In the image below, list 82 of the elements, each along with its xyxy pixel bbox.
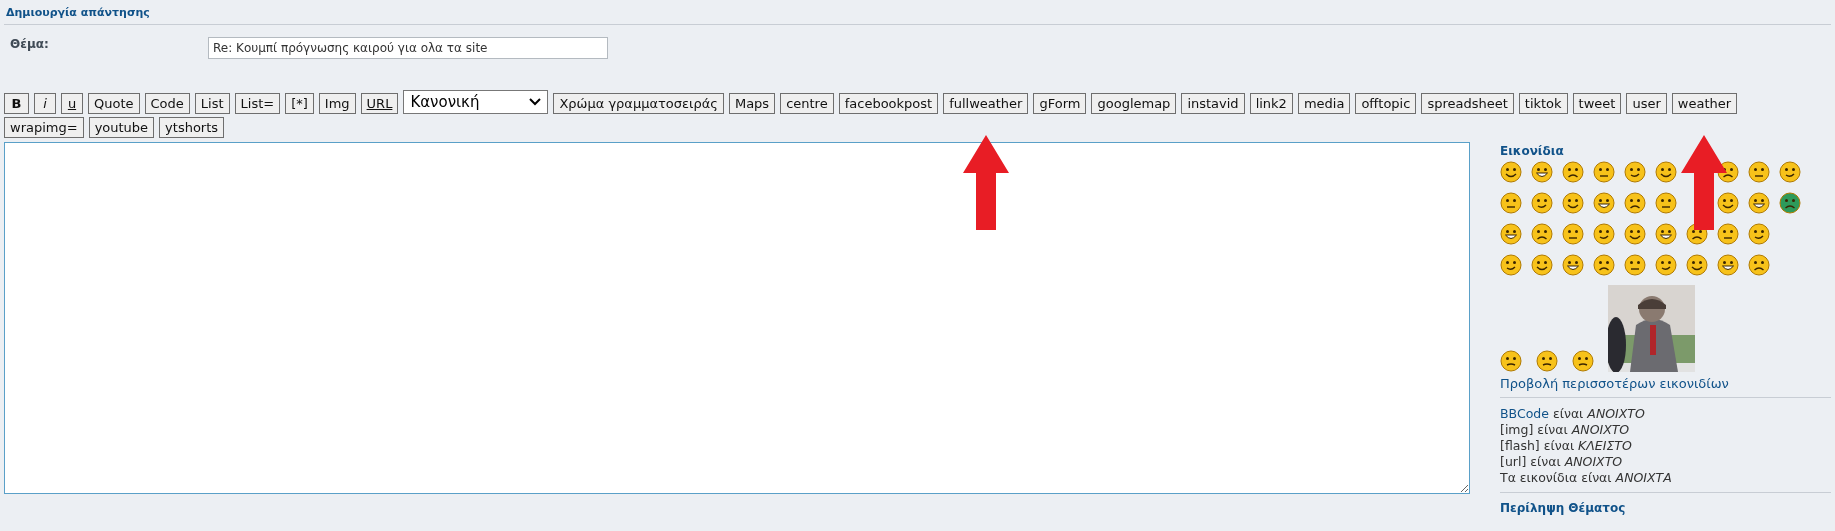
bbcode-link[interactable]: BBCode [1500,406,1549,421]
toolbar-button[interactable]: googlemap [1091,92,1177,114]
smiley-icon[interactable] [1593,192,1615,214]
smiley-icon[interactable] [1655,192,1677,214]
status-line: Τα εικονίδια είναι ΑΝΟΙΧΤΑ [1500,470,1673,486]
smiley-icon[interactable] [1500,223,1522,245]
status-line: [flash] είναι ΚΛΕΙΣΤΟ [1500,438,1633,454]
toolbar-button[interactable]: Χρώμα γραμματοσειράς [553,92,724,114]
toolbar-button[interactable]: Maps [728,92,776,114]
toolbar-button[interactable]: media [1297,92,1351,114]
smiley-icon[interactable] [1531,223,1553,245]
toolbar-button[interactable]: fullweather [943,92,1029,114]
smiley-icon[interactable] [1717,223,1739,245]
toolbar-button[interactable]: youtube [88,117,155,138]
toolbar-button[interactable]: List= [234,92,281,114]
smiley-icon[interactable] [1717,254,1739,276]
smiley-icon[interactable] [1562,223,1584,245]
smiley-icon[interactable] [1593,161,1615,183]
toolbar-button[interactable]: ytshorts [159,117,225,138]
toolbar-button[interactable]: offtopic [1355,92,1417,114]
smiley-icon[interactable] [1572,350,1594,372]
toolbar-button[interactable]: Quote [88,92,140,114]
status-line: [url] είναι ΑΝΟΙΧΤΟ [1500,454,1624,470]
smiley-icon[interactable] [1748,254,1770,276]
subject-field[interactable]: Re: Κουμπί πρόγνωσης καιρού για ολα τα site [208,37,608,59]
toolbar-button[interactable]: weather [1671,92,1738,114]
toolbar-button[interactable]: spreadsheet [1421,92,1514,114]
toolbar-button[interactable]: link2 [1249,92,1293,114]
section-title: Δημιουργία απάντησης [4,6,1831,25]
more-smilies-link[interactable]: Προβολή περισσοτέρων εικονιδίων [1500,376,1831,391]
smiley-icon[interactable] [1717,161,1739,183]
toolbar-button[interactable]: Code [144,92,190,114]
toolbar-button[interactable]: wrapimg= [4,117,84,138]
toolbar-button[interactable]: List [194,92,230,114]
smiley-icon[interactable] [1531,192,1553,214]
smiley-icon[interactable] [1531,254,1553,276]
smilies-title: Εικονίδια [1500,144,1565,158]
smiley-icon[interactable] [1562,161,1584,183]
smiley-icon[interactable] [1624,161,1646,183]
toolbar-button[interactable]: tweet [1572,92,1622,114]
smiley-icon[interactable] [1779,161,1801,183]
smiley-icon[interactable] [1686,254,1708,276]
smiley-icon[interactable] [1536,350,1558,372]
smiley-icon[interactable] [1624,254,1646,276]
status-line: [img] είναι ΑΝΟΙΧΤΟ [1500,422,1631,438]
smiley-icon[interactable] [1500,254,1522,276]
smiley-icon[interactable] [1779,192,1801,214]
toolbar-button[interactable]: [*] [285,92,314,114]
topic-summary-title: Περίληψη Θέματος [1500,501,1627,515]
toolbar-button[interactable]: Img [318,92,356,114]
smiley-icon[interactable] [1593,223,1615,245]
smiley-icon[interactable] [1748,223,1770,245]
smiley-icon[interactable] [1686,223,1708,245]
toolbar-button[interactable]: user [1626,92,1667,114]
smiley-icon[interactable] [1624,223,1646,245]
toolbar-button[interactable]: B [4,92,29,114]
smiley-icon[interactable] [1655,223,1677,245]
smiley-icon[interactable] [1562,254,1584,276]
smiley-icon[interactable] [1500,161,1522,183]
toolbar-button[interactable]: u [61,92,83,114]
smiley-icon[interactable] [1593,254,1615,276]
smiley-icon[interactable] [1748,192,1770,214]
smiley-icon[interactable] [1655,254,1677,276]
smiley-icon[interactable] [1562,192,1584,214]
toolbar-button[interactable]: tiktok [1518,92,1568,114]
toolbar-button[interactable]: centre [780,92,834,114]
font-size-dropdown[interactable]: Κανονική [403,90,549,114]
toolbar-button[interactable]: gForm [1033,92,1087,114]
subject-label: Θέμα: [9,37,50,51]
smiley-icon[interactable] [1655,161,1677,183]
toolbar-button[interactable]: URL [360,92,399,114]
toolbar-button[interactable]: facebookpost [838,92,939,114]
smiley-icon[interactable] [1500,192,1522,214]
smiley-icon[interactable] [1624,192,1646,214]
status-line: BBCode είναι ΑΝΟΙΧΤΟ [1500,406,1646,422]
smiley-icon[interactable] [1500,350,1522,372]
smiley-icon[interactable] [1748,161,1770,183]
chevron-icon [529,98,542,106]
toolbar-button[interactable]: i [34,92,56,114]
smiley-icon[interactable] [1717,192,1739,214]
smiley-icon[interactable] [1531,161,1553,183]
toolbar-button[interactable]: instavid [1181,92,1245,114]
